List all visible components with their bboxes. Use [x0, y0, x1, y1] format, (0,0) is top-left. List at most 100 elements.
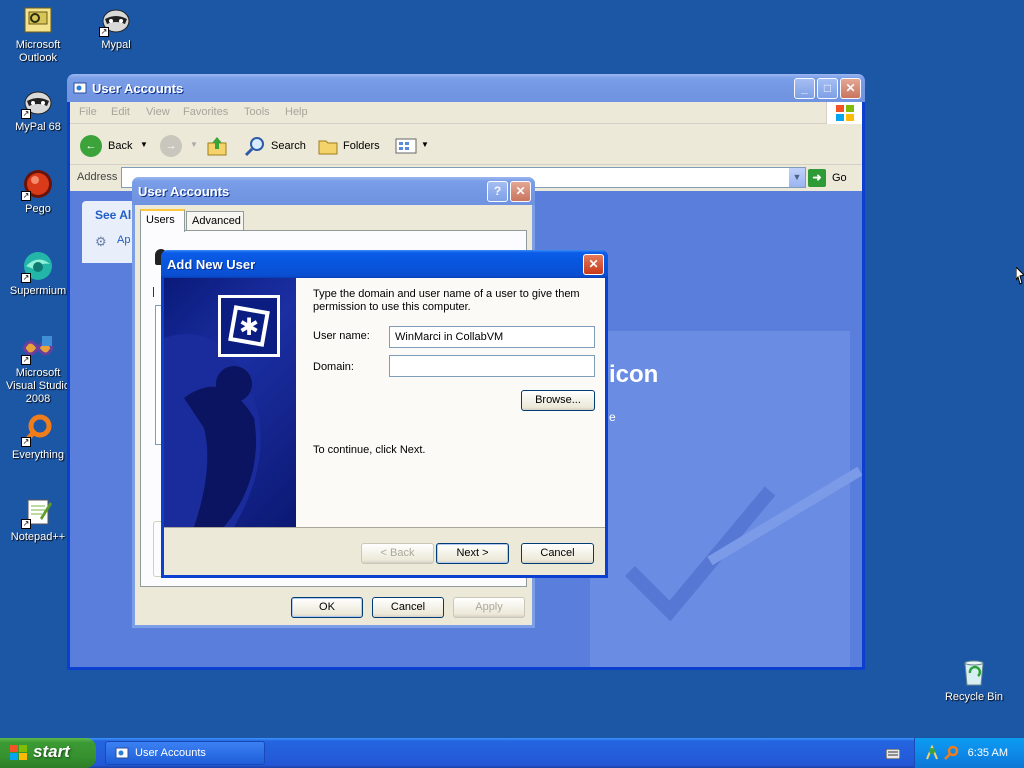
- desktop-icon-mypal[interactable]: ↗ Mypal: [78, 4, 154, 52]
- desktop-icon-label: Mypal: [101, 39, 131, 51]
- go-arrow-icon: ➜: [808, 169, 826, 187]
- background-heading: icon: [609, 361, 659, 388]
- cancel-button[interactable]: Cancel: [521, 543, 594, 564]
- address-dropdown-icon[interactable]: ▼: [788, 168, 805, 187]
- apply-button[interactable]: Apply: [453, 597, 525, 618]
- desktop-icon-label: Pego: [25, 203, 51, 215]
- menu-view[interactable]: View: [146, 106, 170, 118]
- forward-button[interactable]: → ▼: [158, 133, 198, 159]
- dialog-title: User Accounts: [138, 184, 230, 199]
- clock[interactable]: 6:35 AM: [968, 747, 1008, 759]
- menu-tools[interactable]: Tools: [244, 106, 270, 118]
- up-folder-button[interactable]: [204, 133, 230, 159]
- cancel-button[interactable]: Cancel: [372, 597, 444, 618]
- chevron-down-icon: ▼: [190, 140, 198, 149]
- magnifier-icon: ↗: [21, 414, 54, 447]
- close-button[interactable]: ✕: [840, 78, 861, 99]
- close-button[interactable]: ✕: [510, 181, 531, 202]
- notepad-icon: ↗: [21, 496, 54, 529]
- desktop-icon-recycle-bin[interactable]: Recycle Bin: [936, 656, 1012, 704]
- start-button[interactable]: start: [0, 738, 96, 768]
- add-new-user-dialog: Add New User ✕ ✱ Type the domain and use…: [161, 250, 608, 578]
- views-button[interactable]: ▼: [393, 133, 429, 159]
- username-label: User name:: [313, 330, 370, 342]
- wizard-titlebar[interactable]: Add New User ✕: [161, 250, 608, 278]
- back-arrow-icon: ←: [80, 135, 102, 157]
- taskbar-item-user-accounts[interactable]: User Accounts: [105, 741, 265, 765]
- folders-button[interactable]: Folders: [315, 133, 385, 159]
- dialog-titlebar[interactable]: User Accounts ? ✕: [132, 177, 535, 205]
- background-line: e: [609, 410, 616, 424]
- domain-field[interactable]: [389, 355, 595, 377]
- pego-icon: ↗: [21, 168, 54, 201]
- network-icon[interactable]: [925, 744, 939, 761]
- wizard-intro-text: Type the domain and user name of a user …: [313, 288, 580, 313]
- search-tray-icon[interactable]: [943, 745, 959, 761]
- windows-flag-icon: [10, 745, 28, 761]
- help-button[interactable]: ?: [487, 181, 508, 202]
- tab-advanced[interactable]: Advanced: [186, 211, 244, 231]
- window-title: User Accounts: [92, 81, 184, 96]
- address-label: Address: [77, 171, 118, 183]
- window-titlebar[interactable]: User Accounts _ □ ✕: [67, 74, 865, 102]
- menu-bar: File Edit View Favorites Tools Help: [70, 102, 862, 124]
- wizard-content: Type the domain and user name of a user …: [296, 278, 605, 527]
- close-button[interactable]: ✕: [583, 254, 604, 275]
- see-also-link[interactable]: Ap: [117, 234, 130, 246]
- desktop-icon-label: Notepad++: [10, 531, 66, 543]
- back-button[interactable]: < Back: [361, 543, 434, 564]
- user-accounts-icon: [115, 746, 129, 760]
- outlook-icon: [22, 4, 54, 36]
- chevron-down-icon: ▼: [140, 140, 148, 149]
- desktop-icon-notepadpp[interactable]: ↗ Notepad++: [0, 496, 76, 544]
- desktop-icon-supermium[interactable]: ↗ Supermium: [0, 250, 76, 298]
- chevron-down-icon: ▼: [421, 140, 429, 149]
- up-folder-icon: [206, 135, 228, 157]
- minimize-button[interactable]: _: [794, 78, 815, 99]
- menu-file[interactable]: File: [79, 106, 97, 118]
- start-label: start: [33, 742, 70, 761]
- user-accounts-icon: [73, 81, 87, 95]
- wizard-body: ✱ Type the domain and user name of a use…: [164, 278, 605, 575]
- wizard-banner-image: ✱: [164, 278, 296, 527]
- domain-label: Domain:: [313, 361, 354, 373]
- next-button[interactable]: Next >: [436, 543, 509, 564]
- menu-edit[interactable]: Edit: [111, 106, 130, 118]
- menu-favorites[interactable]: Favorites: [183, 106, 228, 118]
- desktop-icon-label: Microsoft Visual Studio 2008: [5, 367, 70, 405]
- raccoon-icon: ↗: [21, 86, 54, 119]
- tab-users[interactable]: Users: [140, 209, 185, 232]
- mouse-cursor-icon: [1015, 265, 1024, 287]
- supermium-icon: ↗: [21, 250, 54, 283]
- ok-button[interactable]: OK: [291, 597, 363, 618]
- maximize-button[interactable]: □: [817, 78, 838, 99]
- desktop-icon-label: Recycle Bin: [944, 691, 1004, 703]
- windows-logo-icon: [826, 102, 862, 124]
- keyboard-icon[interactable]: [885, 748, 901, 760]
- desktop-icon-outlook[interactable]: Microsoft Outlook: [0, 4, 76, 65]
- taskbar: start User Accounts 6:35 AM: [0, 738, 1024, 768]
- system-tray: 6:35 AM: [914, 738, 1024, 768]
- desktop-icon-mypal68[interactable]: ↗ MyPal 68: [0, 86, 76, 134]
- raccoon-icon: ↗: [99, 4, 132, 37]
- desktop-icon-pego[interactable]: ↗ Pego: [0, 168, 76, 216]
- search-button[interactable]: Search: [242, 133, 308, 159]
- toolbar: ← Back ▼ → ▼ Search Folders ▼: [70, 125, 862, 165]
- desktop-icon-everything[interactable]: ↗ Everything: [0, 414, 76, 462]
- wizard-title: Add New User: [167, 257, 256, 272]
- desktop-icon-label: Microsoft Outlook: [15, 39, 61, 64]
- desktop-icon-label: Supermium: [9, 285, 67, 297]
- menu-help[interactable]: Help: [285, 106, 308, 118]
- forward-arrow-icon: →: [160, 135, 182, 157]
- continue-text: To continue, click Next.: [313, 444, 426, 456]
- folder-icon: [317, 135, 339, 157]
- browse-button[interactable]: Browse...: [521, 390, 595, 411]
- back-button[interactable]: ← Back ▼: [78, 133, 148, 159]
- username-field[interactable]: [389, 326, 595, 348]
- desktop-icon-visual-studio[interactable]: ↗ Microsoft Visual Studio 2008: [0, 332, 76, 406]
- recycle-bin-icon: [958, 656, 990, 688]
- desktop-icon-label: MyPal 68: [15, 121, 61, 133]
- wizard-footer: < Back Next > Cancel: [164, 527, 605, 575]
- go-button[interactable]: ➜ Go: [808, 169, 854, 187]
- wizard-key-icon: ✱: [218, 295, 280, 357]
